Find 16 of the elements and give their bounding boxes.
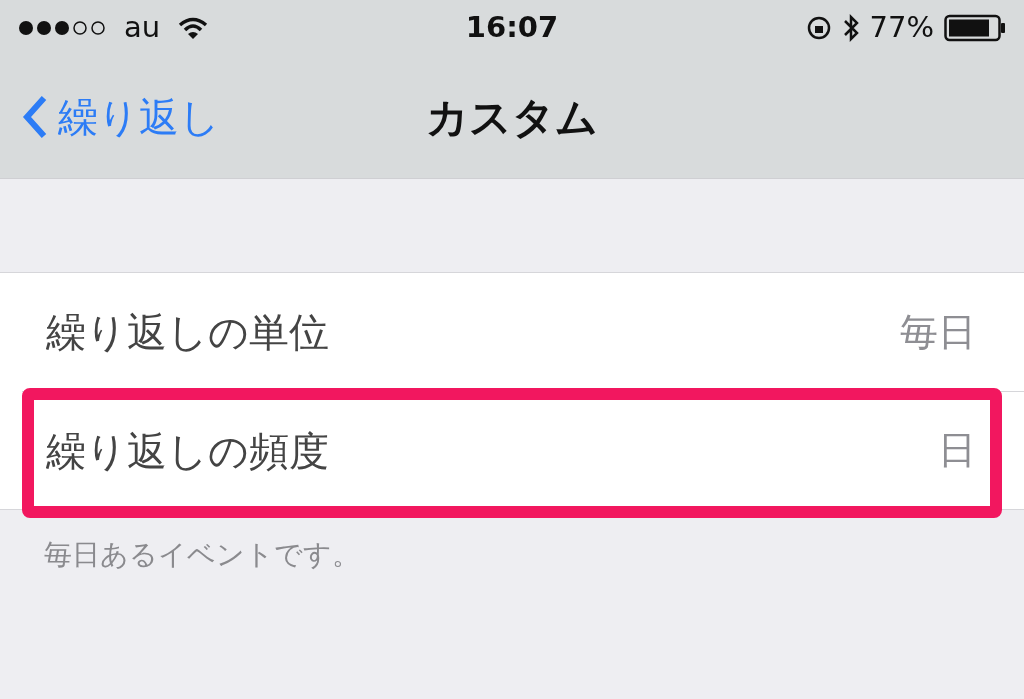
footer-note: 毎日あるイベントです。 xyxy=(43,537,361,573)
bluetooth-icon xyxy=(841,13,860,43)
nav-title: カスタム xyxy=(426,91,598,144)
wifi-icon xyxy=(178,16,209,40)
rotation-lock-icon xyxy=(805,15,832,41)
status-time: 16:07 xyxy=(465,9,559,47)
settings-row[interactable]: 繰り返しの単位 毎日 xyxy=(0,273,1024,391)
battery-icon xyxy=(944,14,1006,42)
chevron-left-icon xyxy=(22,95,48,139)
battery-percent: 77% xyxy=(869,9,934,47)
row-value: 毎日 xyxy=(900,308,976,356)
settings-row[interactable]: 繰り返しの頻度 日 xyxy=(0,392,1024,509)
carrier-name: au xyxy=(124,9,161,47)
row-label: 繰り返しの単位 xyxy=(46,308,329,357)
row-label: 繰り返しの頻度 xyxy=(46,426,329,476)
row-value: 日 xyxy=(938,427,976,474)
